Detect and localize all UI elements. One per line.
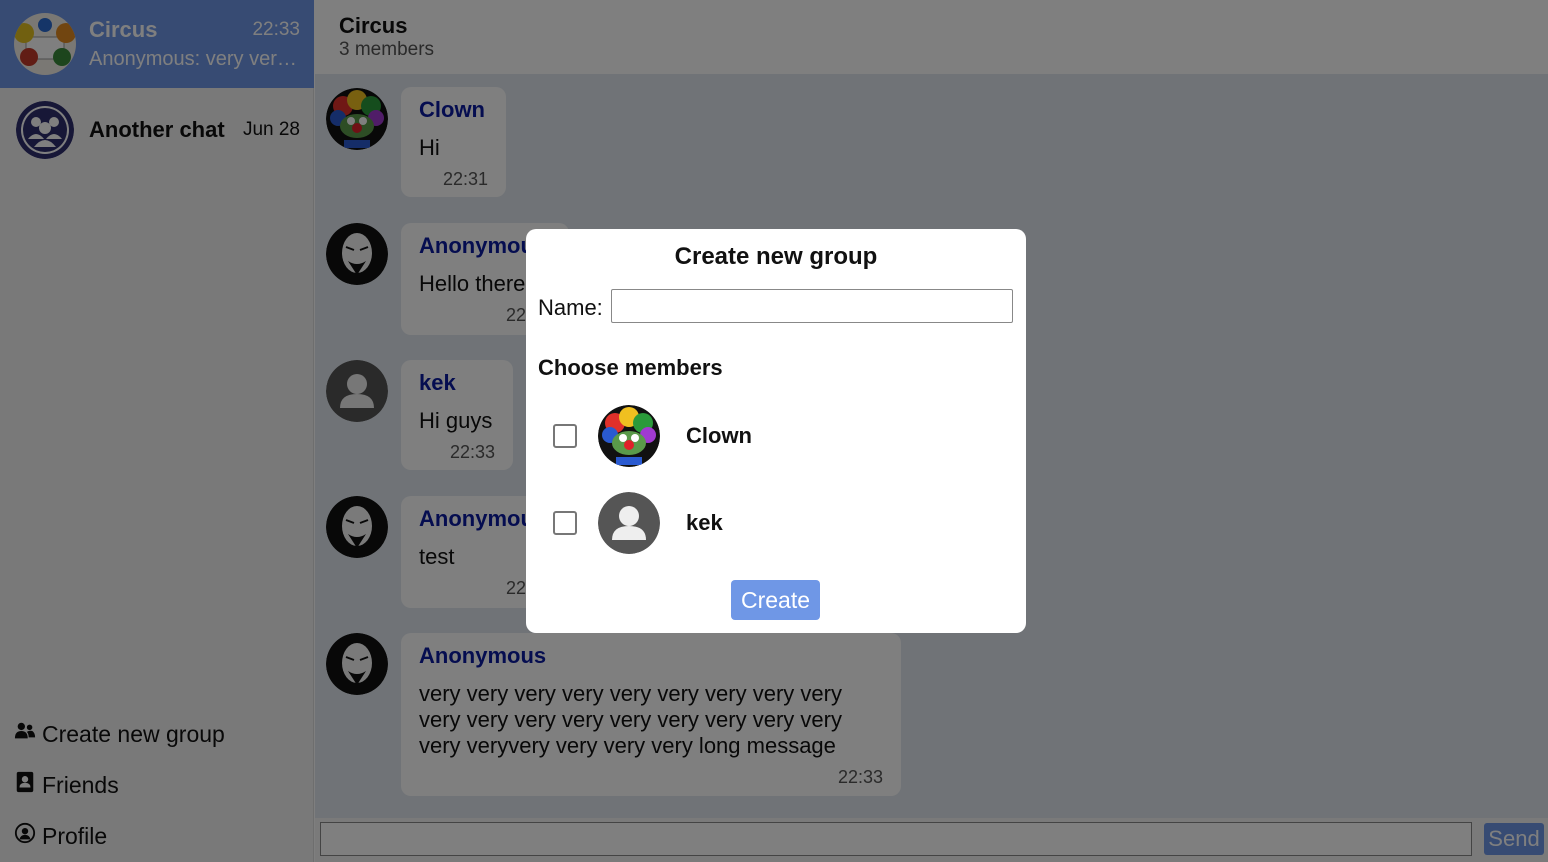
default-avatar — [598, 492, 660, 554]
member-checkbox[interactable] — [553, 511, 577, 535]
group-name-input[interactable] — [611, 289, 1013, 323]
create-group-dialog: Create new group Name: Choose members Cl… — [526, 229, 1026, 633]
choose-members-heading: Choose members — [538, 355, 723, 380]
clown-avatar — [598, 405, 660, 467]
member-name: Clown — [686, 423, 752, 448]
dialog-title: Create new group — [674, 243, 878, 270]
member-row-clown: Clown — [526, 405, 1026, 467]
name-label: Name: — [538, 295, 603, 320]
member-checkbox[interactable] — [553, 424, 577, 448]
member-row-kek: kek — [526, 492, 1026, 554]
member-name: kek — [686, 510, 723, 535]
create-button[interactable]: Create — [731, 580, 820, 620]
